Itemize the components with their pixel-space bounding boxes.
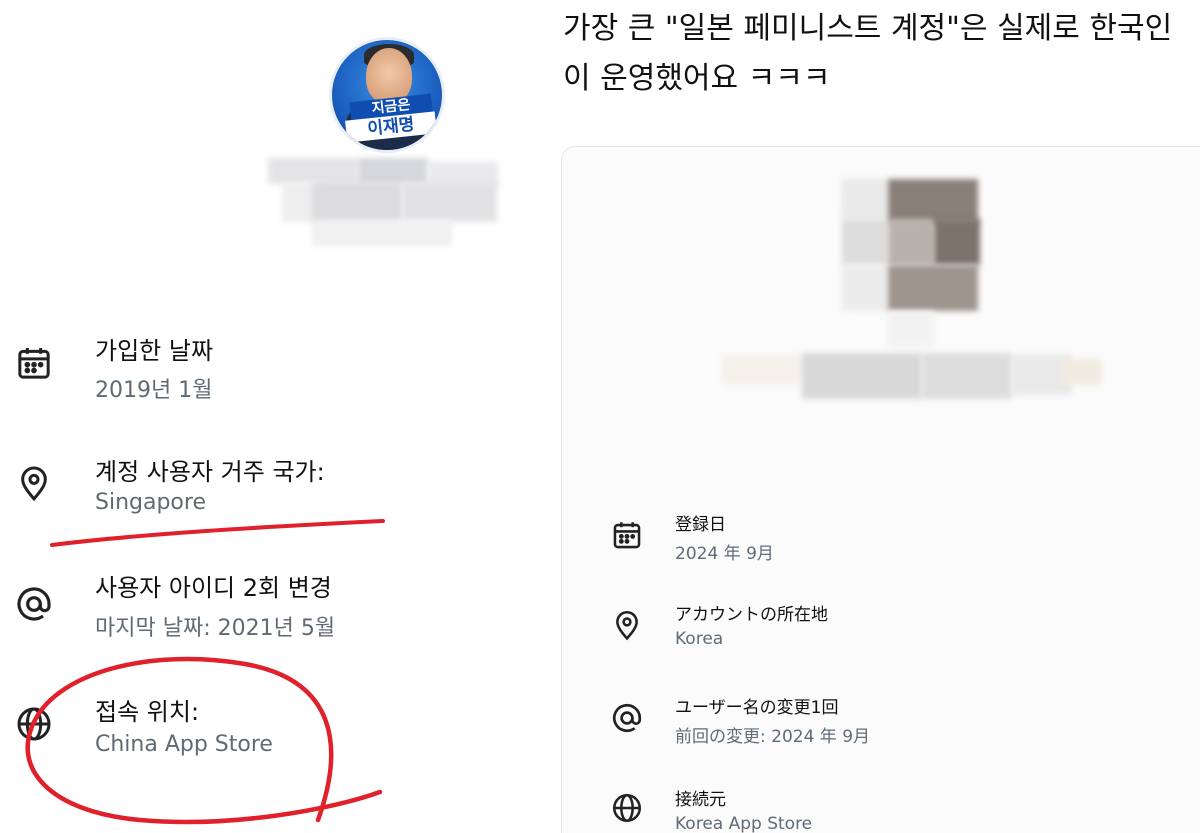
username-changes-label: ユーザー名の変更1回: [675, 698, 839, 718]
join-date-value: 2019년 1월: [95, 378, 213, 403]
left-screenshot-panel: 지금은 이재명 가입한 날짜 2019년 1월 계정 사용자 거주 국가: Si…: [0, 0, 545, 833]
profile-avatar[interactable]: 지금은 이재명: [329, 37, 445, 153]
at-sign-icon: [14, 584, 54, 624]
account-country-row: 계정 사용자 거주 국가: Singapore: [0, 448, 540, 528]
connected-via-label: 접속 위치:: [95, 698, 200, 726]
username-changes-label: 사용자 아이디 2회 변경: [95, 574, 332, 602]
profile-about-card: 登録日 2024 年 9月 アカウントの所在地 Korea ユーザー名の変更1回…: [561, 146, 1200, 833]
location-pin-icon: [610, 608, 644, 642]
username-changes-value: 마지막 날짜: 2021년 5월: [95, 616, 336, 641]
calendar-icon: [610, 518, 644, 552]
right-screenshot-panel: 가장 큰 "일본 페미니스트 계정"은 실제로 한국인이 운영했어요 ㅋㅋㅋ 登…: [545, 0, 1200, 833]
headline-caption: 가장 큰 "일본 페미니스트 계정"은 실제로 한국인이 운영했어요 ㅋㅋㅋ: [563, 11, 1173, 96]
username-changes-value: 前回の変更: 2024 年 9月: [675, 727, 871, 747]
at-sign-icon: [610, 701, 644, 735]
join-date-row: 가입한 날짜 2019년 1월: [0, 325, 540, 405]
join-date-label: 登録日: [675, 515, 726, 535]
connected-via-value: Korea App Store: [675, 814, 813, 833]
globe-icon: [610, 791, 644, 825]
account-location-value: Korea: [675, 629, 724, 649]
connected-via-row: 接続元 Korea App Store: [562, 779, 1182, 833]
connected-via-value: China App Store: [95, 732, 273, 757]
join-date-row: 登録日 2024 年 9月: [562, 504, 1182, 564]
account-location-row: アカウントの所在地 Korea: [562, 594, 1182, 654]
account-country-value: Singapore: [95, 490, 206, 515]
account-country-label: 계정 사용자 거주 국가:: [95, 458, 325, 486]
username-changes-row: ユーザー名の変更1回 前回の変更: 2024 年 9月: [562, 687, 1182, 747]
location-pin-icon: [14, 463, 54, 503]
connected-via-label: 接続元: [675, 790, 726, 810]
join-date-label: 가입한 날짜: [95, 337, 214, 365]
connected-via-row: 접속 위치: China App Store: [0, 688, 540, 768]
calendar-icon: [14, 343, 54, 383]
globe-icon: [14, 704, 54, 744]
username-changes-row: 사용자 아이디 2회 변경 마지막 날짜: 2021년 5월: [0, 566, 540, 646]
account-location-label: アカウントの所在地: [675, 605, 828, 625]
join-date-value: 2024 年 9月: [675, 544, 774, 564]
